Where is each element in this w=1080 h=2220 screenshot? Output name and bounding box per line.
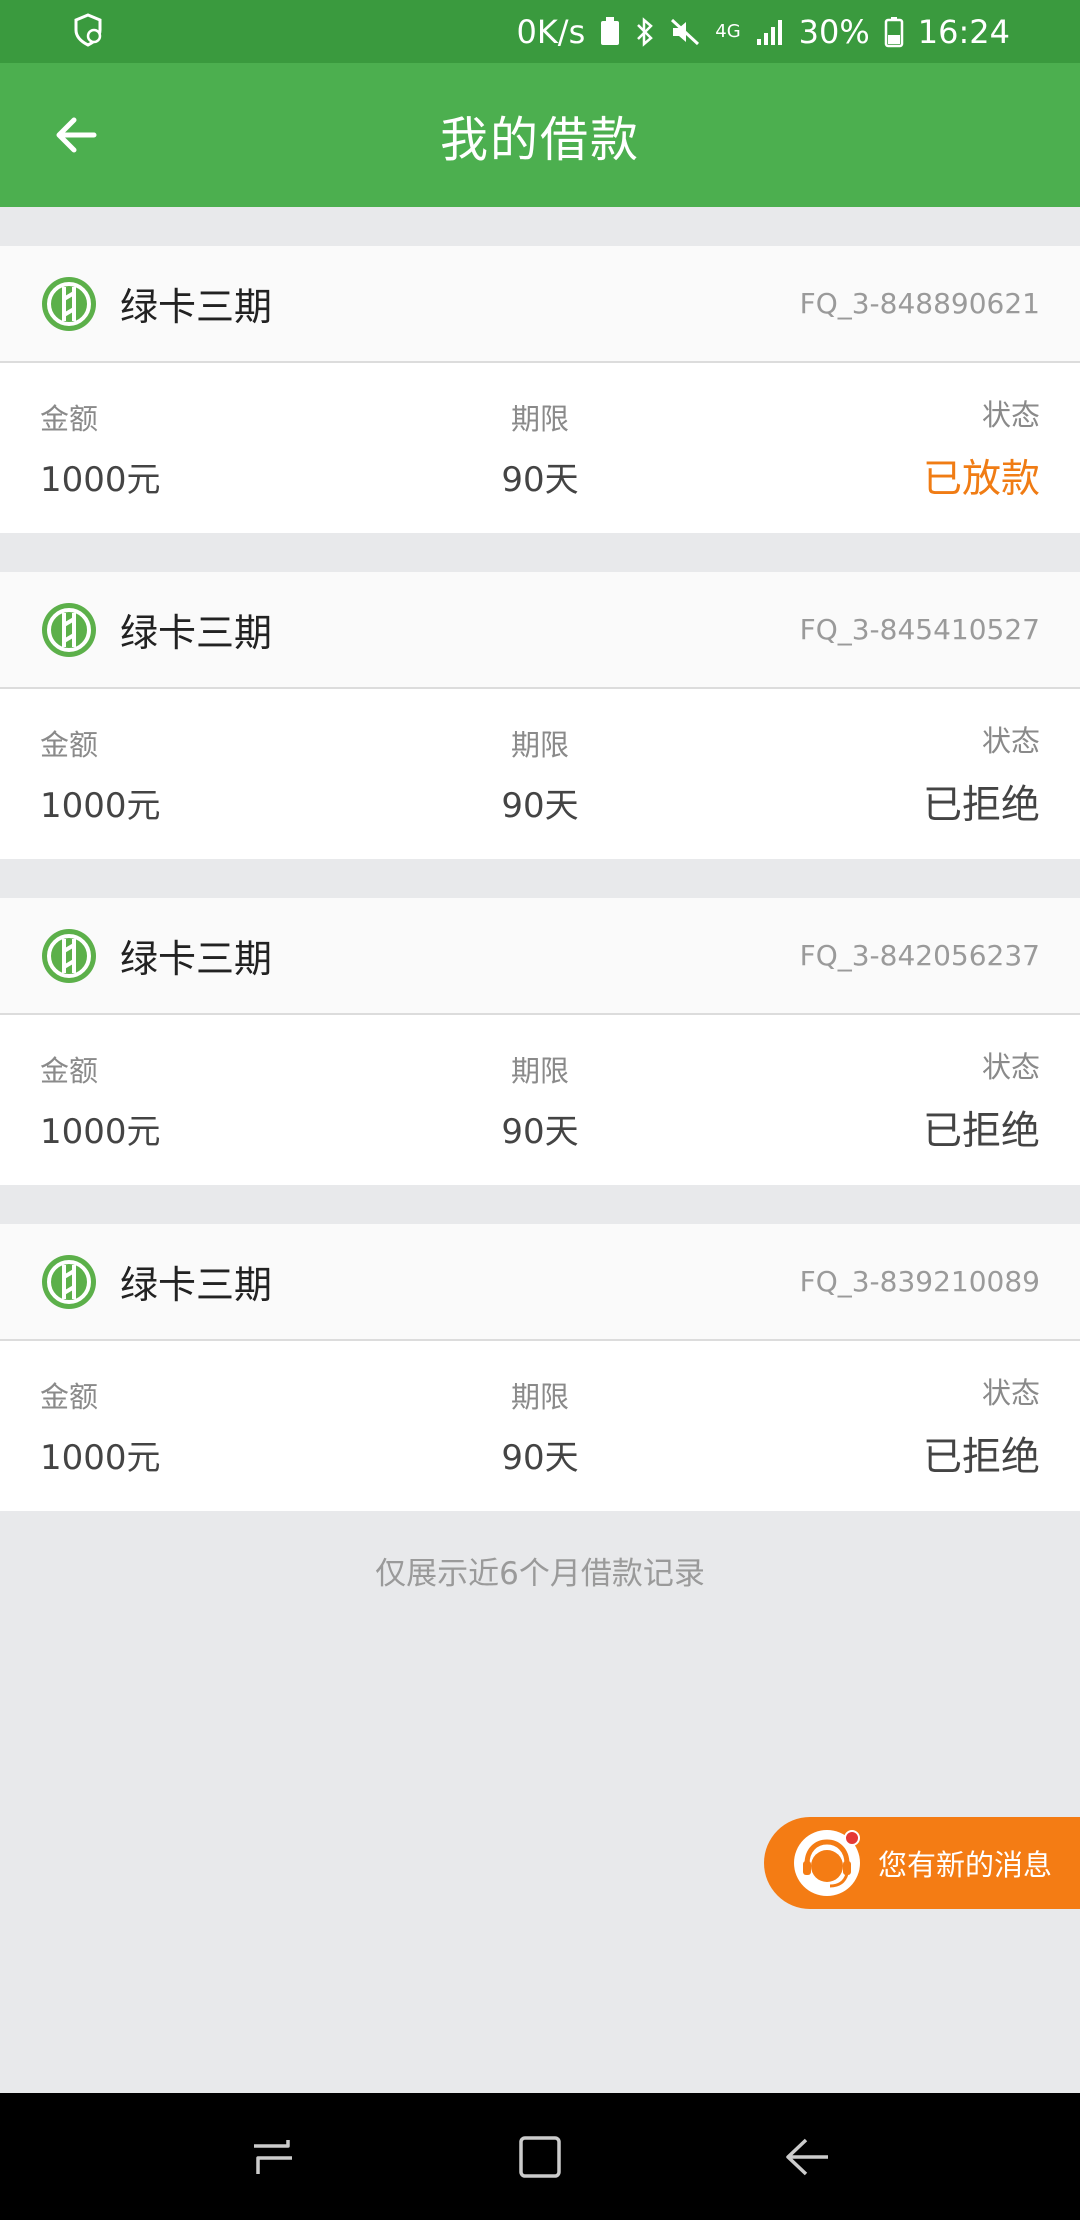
network-speed: 0K/s xyxy=(516,12,586,51)
status-bar: 0K/s 4G 30% 16:24 xyxy=(0,0,1080,63)
bluetooth-icon xyxy=(635,16,655,48)
term-value: 90天 xyxy=(501,785,579,826)
amount-value: 1000元 xyxy=(40,785,161,826)
home-icon xyxy=(519,2135,561,2178)
loan-card-body: 金额 1000元 期限 90天 状态 已拒绝 xyxy=(0,689,1080,859)
product-name: 绿卡三期 xyxy=(120,1263,273,1307)
shield-icon xyxy=(70,12,106,52)
term-label: 期限 xyxy=(510,1053,569,1088)
clock: 16:24 xyxy=(917,12,1010,51)
product-name: 绿卡三期 xyxy=(120,611,273,655)
product-logo-icon xyxy=(40,927,98,985)
network-type: 4G xyxy=(715,21,741,42)
loan-card-header: 绿卡三期 FQ_3-839210089 xyxy=(0,1224,1080,1341)
status-label: 状态 xyxy=(981,724,1040,758)
status-value: 已拒绝 xyxy=(922,1109,1040,1154)
status-value: 已放款 xyxy=(922,457,1040,502)
new-message-button[interactable]: 您有新的消息 xyxy=(764,1817,1080,1909)
term-label: 期限 xyxy=(510,401,569,436)
product-name: 绿卡三期 xyxy=(120,937,273,981)
term-value: 90天 xyxy=(501,459,579,500)
loan-card[interactable]: 绿卡三期 FQ_3-848890621 金额 1000元 期限 90天 状态 已… xyxy=(0,246,1080,533)
app-bar: 我的借款 xyxy=(0,63,1080,207)
term-label: 期限 xyxy=(510,1379,569,1414)
loan-list: 绿卡三期 FQ_3-848890621 金额 1000元 期限 90天 状态 已… xyxy=(0,207,1080,1511)
arrow-left-icon xyxy=(56,117,97,153)
mute-icon xyxy=(669,16,701,48)
amount-value: 1000元 xyxy=(40,1111,161,1152)
back-icon xyxy=(785,2138,828,2175)
battery-icon xyxy=(884,16,904,48)
battery-percent: 30% xyxy=(798,12,870,51)
system-nav-bar xyxy=(0,2093,1080,2220)
new-message-label: 您有新的消息 xyxy=(878,1848,1053,1882)
product-logo-icon xyxy=(40,1253,98,1311)
loan-card[interactable]: 绿卡三期 FQ_3-839210089 金额 1000元 期限 90天 状态 已… xyxy=(0,1224,1080,1511)
amount-label: 金额 xyxy=(40,1053,99,1088)
recent-apps-icon xyxy=(254,2139,293,2174)
footnote: 仅展示近6个月借款记录 xyxy=(375,1556,705,1592)
loan-card-body: 金额 1000元 期限 90天 状态 已拒绝 xyxy=(0,1341,1080,1511)
term-value: 90天 xyxy=(501,1437,579,1478)
loan-card-body: 金额 1000元 期限 90天 状态 已拒绝 xyxy=(0,1015,1080,1185)
signal-icon xyxy=(755,17,785,47)
customer-service-icon xyxy=(792,1828,862,1898)
loan-card-body: 金额 1000元 期限 90天 状态 已放款 xyxy=(0,363,1080,533)
back-button[interactable] xyxy=(40,99,112,171)
loan-card-header: 绿卡三期 FQ_3-842056237 xyxy=(0,898,1080,1015)
sim-icon xyxy=(599,16,621,47)
loan-card-header: 绿卡三期 FQ_3-845410527 xyxy=(0,572,1080,689)
order-number: FQ_3-839210089 xyxy=(799,1265,1040,1298)
order-number: FQ_3-842056237 xyxy=(799,939,1040,972)
system-back-button[interactable] xyxy=(767,2117,847,2197)
amount-label: 金额 xyxy=(40,727,99,762)
loan-card[interactable]: 绿卡三期 FQ_3-842056237 金额 1000元 期限 90天 状态 已… xyxy=(0,898,1080,1185)
page-title: 我的借款 xyxy=(439,112,640,168)
term-label: 期限 xyxy=(510,727,569,762)
product-logo-icon xyxy=(40,275,98,333)
order-number: FQ_3-845410527 xyxy=(799,613,1040,646)
product-name: 绿卡三期 xyxy=(120,285,273,329)
recent-apps-button[interactable] xyxy=(233,2117,313,2197)
status-label: 状态 xyxy=(981,398,1040,432)
status-value: 已拒绝 xyxy=(922,1435,1040,1480)
product-logo-icon xyxy=(40,601,98,659)
home-button[interactable] xyxy=(500,2117,580,2197)
amount-label: 金额 xyxy=(40,1379,99,1414)
term-value: 90天 xyxy=(501,1111,579,1152)
status-label: 状态 xyxy=(981,1376,1040,1410)
loan-card[interactable]: 绿卡三期 FQ_3-845410527 金额 1000元 期限 90天 状态 已… xyxy=(0,572,1080,859)
status-label: 状态 xyxy=(981,1050,1040,1084)
amount-value: 1000元 xyxy=(40,1437,161,1478)
amount-label: 金额 xyxy=(40,401,99,436)
status-value: 已拒绝 xyxy=(922,783,1040,828)
amount-value: 1000元 xyxy=(40,459,161,500)
order-number: FQ_3-848890621 xyxy=(799,287,1040,320)
loan-card-header: 绿卡三期 FQ_3-848890621 xyxy=(0,246,1080,363)
